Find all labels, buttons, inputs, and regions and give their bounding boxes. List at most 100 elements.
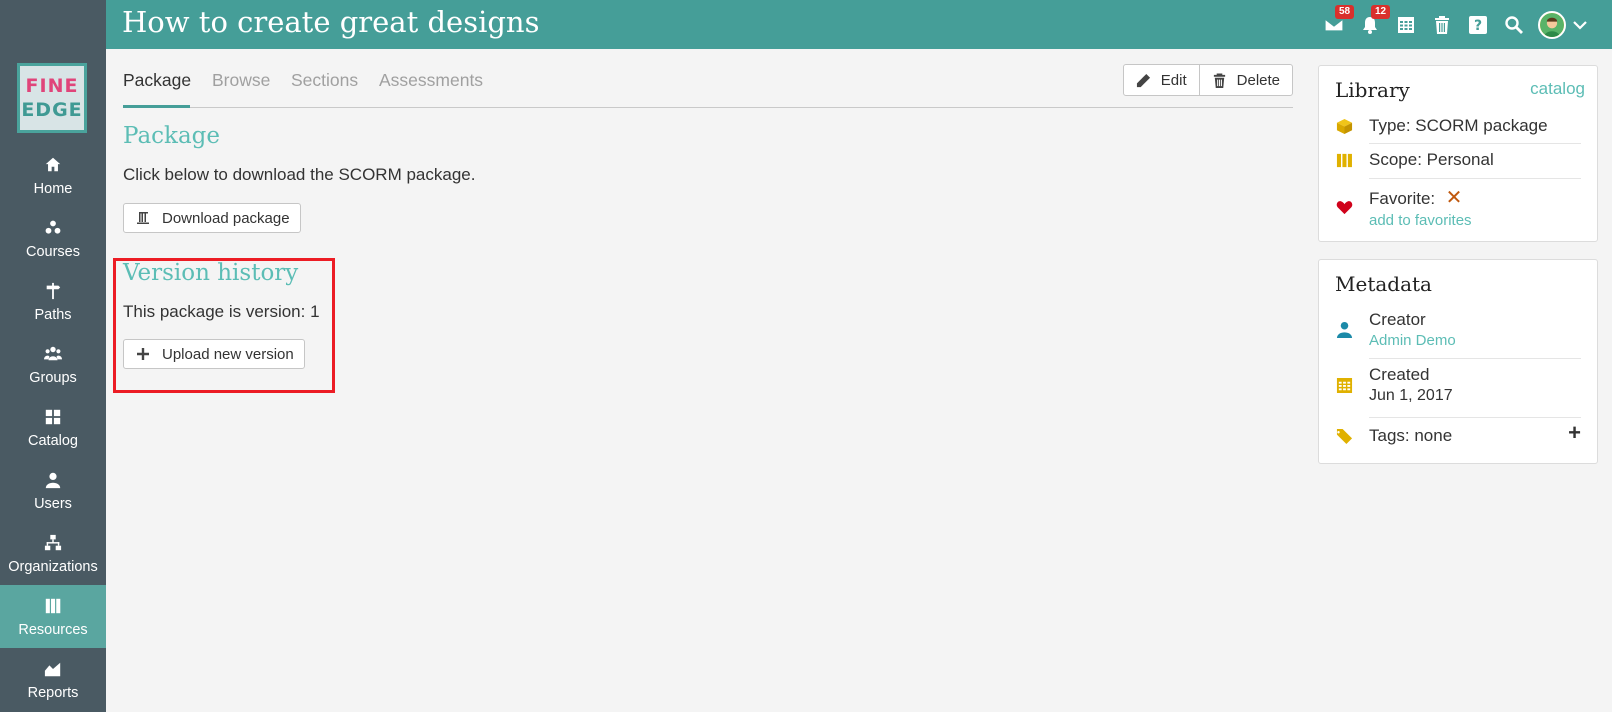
tab-package[interactable]: Package xyxy=(123,70,191,91)
tab-browse[interactable]: Browse xyxy=(212,70,270,91)
scope-row: Scope: Personal xyxy=(1335,150,1581,170)
metadata-title: Metadata xyxy=(1335,272,1432,296)
account-menu-toggle[interactable] xyxy=(1566,0,1594,49)
created-date: Jun 1, 2017 xyxy=(1369,387,1453,404)
sidebar-item-label: Courses xyxy=(26,243,80,260)
top-bar: How to create great designs 58 12 ? xyxy=(106,0,1612,49)
svg-text:?: ? xyxy=(1474,18,1482,34)
logo-line2: EDGE xyxy=(21,99,83,121)
trash-icon xyxy=(1435,15,1449,34)
divider xyxy=(1369,178,1581,179)
sidebar-item-groups[interactable]: Groups xyxy=(0,333,106,396)
signpost-icon xyxy=(43,281,63,301)
not-favorite-mark: ✕ xyxy=(1445,187,1463,209)
sidebar-item-catalog[interactable]: Catalog xyxy=(0,396,106,459)
org-icon xyxy=(43,533,63,553)
calendar-button[interactable] xyxy=(1388,0,1424,49)
sidebar-nav: Home Courses Paths Groups Catalog Users … xyxy=(0,144,106,711)
sidebar: FINE EDGE Home Courses Paths Groups Cata… xyxy=(0,0,106,712)
trash-icon xyxy=(1213,72,1225,88)
version-history-title: Version history xyxy=(123,260,299,286)
add-to-favorites-link[interactable]: add to favorites xyxy=(1369,212,1472,229)
logo[interactable]: FINE EDGE xyxy=(17,63,87,133)
avatar[interactable] xyxy=(1538,10,1566,39)
sidebar-item-users[interactable]: Users xyxy=(0,459,106,522)
sidebar-item-organizations[interactable]: Organizations xyxy=(0,522,106,585)
help-icon: ? xyxy=(1469,15,1487,34)
logo-line1: FINE xyxy=(25,75,79,97)
avatar-face-icon xyxy=(1540,12,1564,37)
created-row: Created Jun 1, 2017 xyxy=(1335,365,1581,405)
sidebar-item-reports[interactable]: Reports xyxy=(0,648,106,711)
books-icon xyxy=(1335,151,1353,169)
library-panel: Library catalog Type: SCORM package Scop… xyxy=(1318,65,1598,242)
favorite-label: Favorite: xyxy=(1369,189,1436,208)
trash-button[interactable] xyxy=(1424,0,1460,49)
divider xyxy=(1369,143,1581,144)
plus-icon xyxy=(137,348,149,360)
books-icon xyxy=(43,596,63,616)
sidebar-item-label: Reports xyxy=(27,684,79,701)
cube-icon xyxy=(1335,117,1353,135)
sidebar-item-paths[interactable]: Paths xyxy=(0,270,106,333)
library-title: Library xyxy=(1335,78,1410,102)
divider xyxy=(1369,417,1581,418)
catalog-link[interactable]: catalog xyxy=(1530,79,1585,99)
chart-icon xyxy=(43,659,63,679)
add-tag-button[interactable]: + xyxy=(1568,420,1581,446)
upload-new-version-button[interactable]: Upload new version xyxy=(123,339,305,369)
search-button[interactable] xyxy=(1496,0,1532,49)
download-package-button[interactable]: Download package xyxy=(123,203,301,233)
user-icon xyxy=(43,470,63,490)
grid-icon xyxy=(43,407,63,427)
sidebar-item-label: Paths xyxy=(34,306,72,323)
sidebar-item-label: Resources xyxy=(18,621,88,638)
creator-name-link[interactable]: Admin Demo xyxy=(1369,332,1456,349)
download-package-label: Download package xyxy=(162,209,290,227)
calendar-icon xyxy=(1398,16,1414,33)
package-description: Click below to download the SCORM packag… xyxy=(123,165,476,184)
tabs: Package Browse Sections Assessments Edit… xyxy=(123,64,1293,108)
page-title: How to create great designs xyxy=(122,5,540,39)
edit-button[interactable]: Edit xyxy=(1124,65,1199,95)
home-icon xyxy=(43,155,63,175)
scope-value: Scope: Personal xyxy=(1369,150,1494,169)
type-row: Type: SCORM package xyxy=(1335,116,1581,136)
tab-sections[interactable]: Sections xyxy=(291,70,358,91)
help-button[interactable]: ? xyxy=(1460,0,1496,49)
calendar-icon xyxy=(1335,376,1353,394)
edit-label: Edit xyxy=(1160,71,1187,89)
active-tab-indicator xyxy=(123,105,190,108)
creator-row: Creator Admin Demo xyxy=(1335,310,1581,349)
favorite-row: Favorite: ✕ add to favorites xyxy=(1335,185,1581,229)
sidebar-item-label: Catalog xyxy=(28,432,78,449)
sidebar-item-courses[interactable]: Courses xyxy=(0,207,106,270)
top-icons: 58 12 ? xyxy=(1316,0,1612,49)
chevron-down-icon xyxy=(1573,20,1587,30)
action-buttons: Edit Delete xyxy=(1122,64,1293,96)
notifications-button[interactable]: 12 xyxy=(1352,0,1391,49)
sidebar-item-label: Home xyxy=(33,180,73,197)
upload-new-version-label: Upload new version xyxy=(162,345,294,363)
messages-button[interactable]: 58 xyxy=(1316,0,1355,49)
tags-row: Tags: none xyxy=(1335,426,1581,446)
creator-label: Creator xyxy=(1369,310,1426,329)
tags-value: Tags: none xyxy=(1369,426,1453,445)
heart-icon xyxy=(1335,198,1353,216)
metadata-panel: Metadata Creator Admin Demo Created Jun … xyxy=(1318,259,1598,464)
sidebar-item-home[interactable]: Home xyxy=(0,144,106,207)
tag-icon xyxy=(1335,427,1353,445)
tab-assessments[interactable]: Assessments xyxy=(379,70,483,91)
delete-button[interactable]: Delete xyxy=(1198,65,1292,95)
sidebar-item-label: Users xyxy=(34,495,72,512)
group-icon xyxy=(43,344,63,364)
version-text: This package is version: 1 xyxy=(123,302,320,321)
user-icon xyxy=(1335,321,1353,339)
divider xyxy=(1369,358,1581,359)
download-icon xyxy=(137,212,149,224)
delete-label: Delete xyxy=(1236,71,1280,89)
sidebar-item-resources[interactable]: Resources xyxy=(0,585,106,648)
sidebar-item-label: Groups xyxy=(29,369,77,386)
package-title: Package xyxy=(123,123,221,149)
search-icon xyxy=(1505,15,1523,34)
